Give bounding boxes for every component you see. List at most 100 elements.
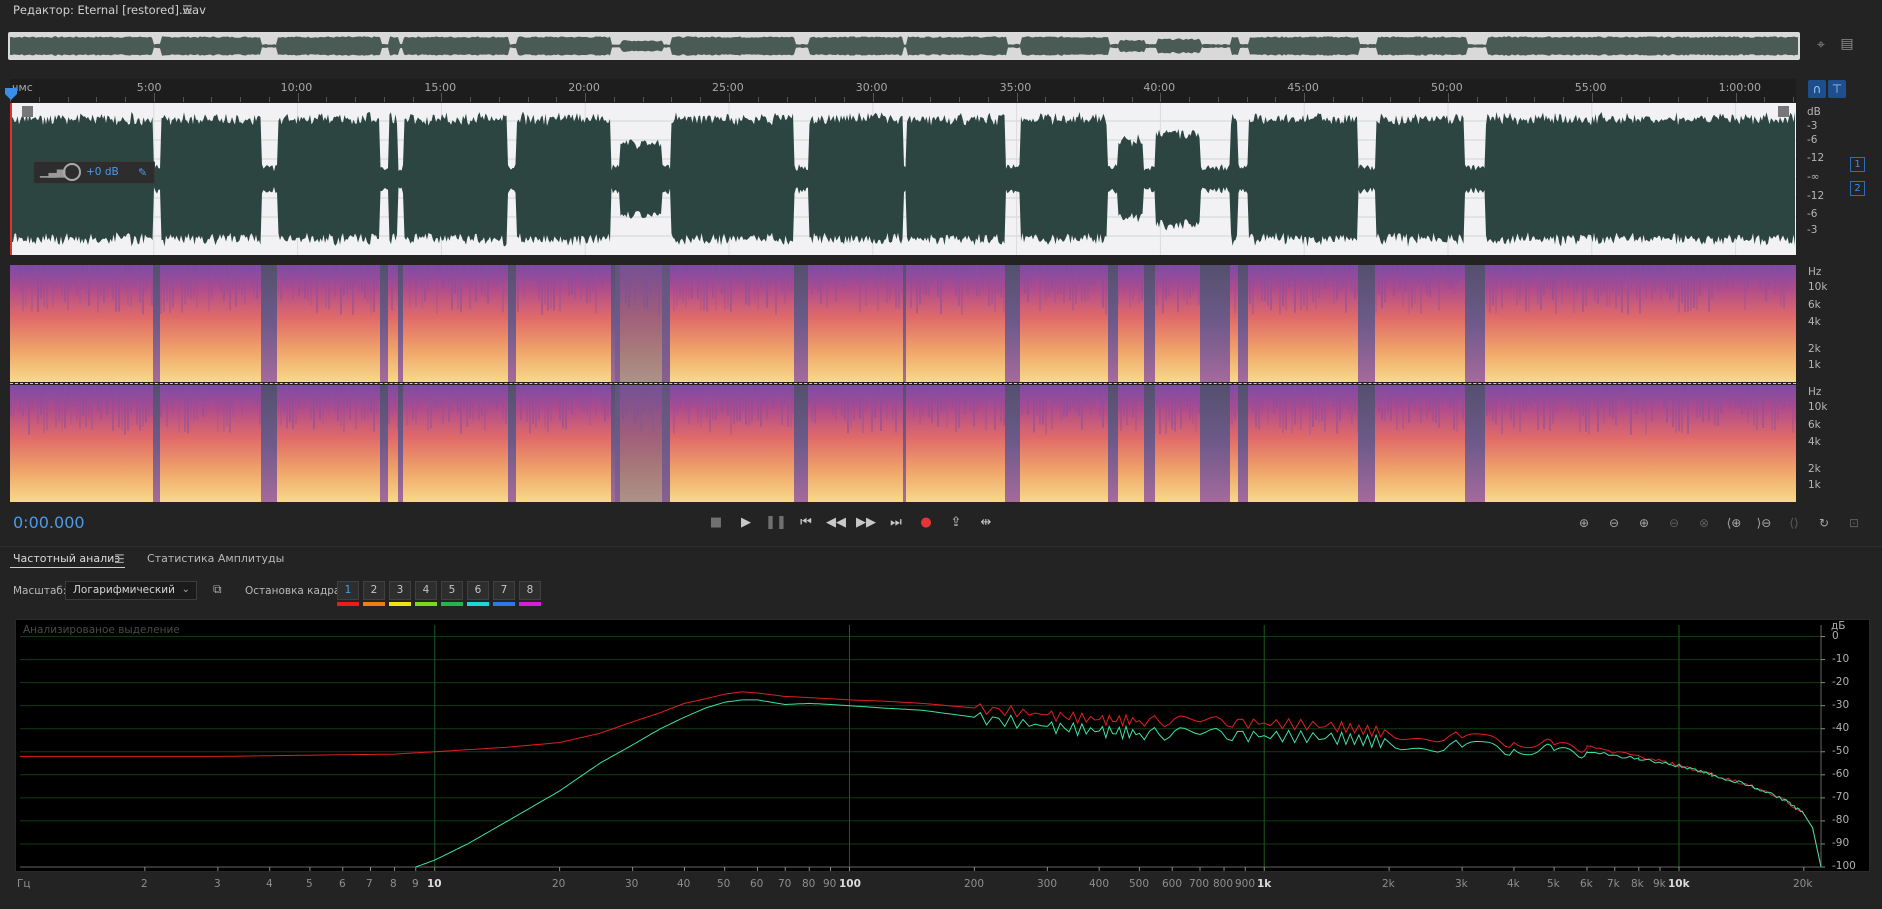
ruler-tick [844,97,846,102]
zoom-fit-icon[interactable]: ⊡ [1841,513,1867,533]
fade-out-handle[interactable] [1778,106,1789,117]
tab-frequency-analysis[interactable]: Частотный анализ [13,552,120,565]
x-axis-tick-label: 60 [750,878,764,890]
ruler-tick [527,97,529,102]
waveform-display [10,103,1796,255]
ruler-tick [1620,97,1622,102]
rewind-button[interactable]: ◀◀ [824,513,848,533]
stop-button[interactable]: ■ [704,513,728,533]
ruler-tick [585,93,587,102]
frequency-graph-panel[interactable] [15,619,1870,872]
freeze-frame-button-1[interactable]: 1 [337,581,359,600]
zoom-full-icon[interactable]: ⌖ [1812,37,1830,53]
ruler-tick [182,97,184,102]
freeze-frame-button-8[interactable]: 8 [519,581,541,600]
ruler-tick [1102,97,1104,102]
ruler-label: 5:00 [136,81,162,94]
fast-forward-button[interactable]: ▶▶ [854,513,878,533]
zoom-reset-icon[interactable]: ↻ [1811,513,1837,533]
ruler-tick [1246,97,1248,102]
list-view-icon[interactable]: ▤ [1838,36,1856,52]
pause-button[interactable]: ❚❚ [764,513,788,533]
zoom-in-time-icon[interactable]: ⊕ [1631,513,1657,533]
record-button[interactable]: ● [914,513,938,533]
tab-menu-icon[interactable]: ☰ [114,552,125,566]
pin-icon[interactable]: ✎ [138,166,147,179]
x-axis-tick-label: 20k [1793,878,1813,890]
y-axis-tick-label: -30 [1832,699,1850,711]
spectral-hz-label: 6k [1808,299,1821,311]
copy-icon[interactable]: ⧉ [213,582,227,596]
playhead-handle[interactable] [5,88,17,100]
ruler-tick [268,97,270,102]
go-to-end-button[interactable]: ⏭ [884,513,908,533]
playhead-line [10,103,12,255]
x-axis-tick-label: 20 [552,878,566,890]
waveform-db-label: -3 [1807,120,1818,132]
scale-select[interactable]: Логарифмический ⌄ [65,581,197,600]
x-axis-tick-label: 2k [1382,878,1395,890]
gain-knob[interactable] [63,163,81,181]
spectral-hz-unit: Hz [1808,386,1822,398]
ruler-tick [441,93,443,102]
channel-2-badge[interactable]: 2 [1850,181,1865,196]
zoom-selection-icon[interactable]: ⟨⟩ [1781,513,1807,533]
ruler-tick [1793,97,1795,102]
ruler-tick [1534,97,1536,102]
ruler-tick [153,93,155,102]
spectral-hz-label: 1k [1808,359,1821,371]
spectral-hz-label: 4k [1808,436,1821,448]
time-ruler[interactable]: чмс 5:00 10:00 15:00 20:00 25:00 30:00 35:00 40:… [10,79,1796,102]
spectral-panel-1[interactable] [10,265,1796,382]
scale-select-value: Логарифмический [73,584,175,596]
volume-bars-icon: ▁▃▅ [40,165,66,178]
ruler-tick [355,97,357,102]
freeze-frame-color-8 [519,602,541,606]
overview-strip[interactable] [8,32,1800,60]
freeze-frame-button-7[interactable]: 7 [493,581,515,600]
x-axis-tick-label: 5 [306,878,313,890]
x-axis-tick-label: 300 [1037,878,1058,890]
ruler-tick [1764,97,1766,102]
freeze-frame-button-4[interactable]: 4 [415,581,437,600]
zoom-in-amplitude-icon[interactable]: ⊕ [1571,513,1597,533]
ruler-tick [383,97,385,102]
tab-amplitude-stats[interactable]: Статистика Амплитуды [147,552,284,565]
spectral-panel-2[interactable] [10,385,1796,502]
freeze-frame-button-5[interactable]: 5 [441,581,463,600]
x-axis-tick-label: 9 [412,878,419,890]
freeze-frame-button-2[interactable]: 2 [363,581,385,600]
freeze-frame-button-6[interactable]: 6 [467,581,489,600]
x-axis-tick-label: 100 [839,878,861,890]
y-axis-tick-label: 0 [1832,630,1839,642]
zoom-out-amplitude-icon[interactable]: ⊖ [1601,513,1627,533]
ruler-tick [1649,97,1651,102]
loop-playback-button[interactable]: ⇪ [944,513,968,533]
waveform-db-label: -6 [1807,208,1818,220]
panel-menu-icon[interactable]: ☰ [182,3,193,17]
zoom-out-time-icon[interactable]: ⊖ [1661,513,1687,533]
snap-icon[interactable]: ⊤ [1828,80,1846,98]
y-axis-tick-label: -100 [1832,860,1856,872]
x-axis-tick-label: 5k [1547,878,1560,890]
ruler-tick [297,93,299,102]
zoom-out-point-icon[interactable]: ⟩⊖ [1751,513,1777,533]
go-to-start-button[interactable]: ⏮ [794,513,818,533]
fade-in-handle[interactable] [22,106,33,117]
waveform-panel[interactable] [10,103,1796,255]
ruler-tick [671,97,673,102]
monitor-icon[interactable]: ∩ [1808,80,1826,98]
skip-selection-button[interactable]: ⇹ [974,513,998,533]
title-bar [0,0,1882,22]
ruler-tick [556,97,558,102]
ruler-tick [729,93,730,102]
frequency-graph [20,625,1825,871]
gain-value[interactable]: +0 dB [86,166,119,178]
zoom-in-point-icon[interactable]: ⟨⊕ [1721,513,1747,533]
gain-hud[interactable]: ▁▃▅ +0 dB ✎ [33,161,155,184]
play-button[interactable]: ▶ [734,513,758,533]
channel-1-badge[interactable]: 1 [1850,157,1865,172]
zoom-out-full-icon[interactable]: ⊗ [1691,513,1717,533]
freeze-frame-button-3[interactable]: 3 [389,581,411,600]
ruler-tick [901,97,903,102]
